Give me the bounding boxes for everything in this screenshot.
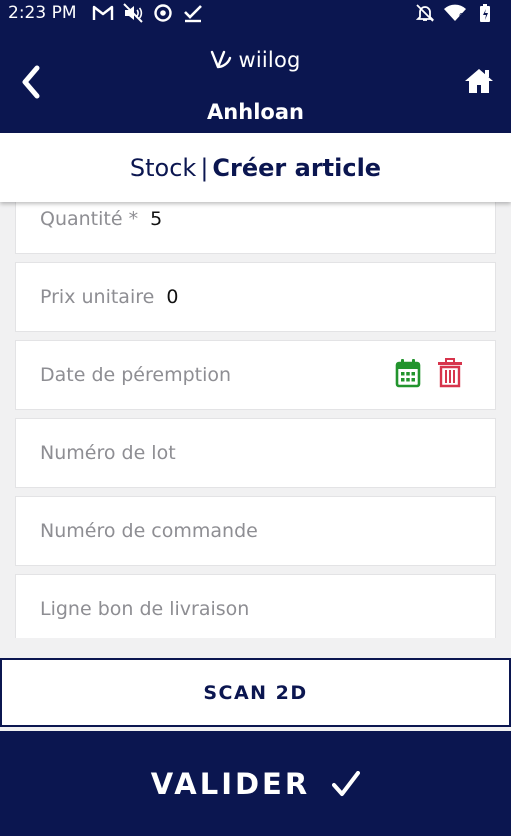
status-bar: 2:23 PM 6 <box>0 0 511 26</box>
breadcrumb-separator: | <box>200 153 209 182</box>
unit-price-label: Prix unitaire <box>40 286 155 308</box>
unit-price-value[interactable]: 0 <box>166 286 178 308</box>
breadcrumb-section[interactable]: Stock <box>130 154 196 182</box>
user-name: Anhloan <box>207 100 304 124</box>
svg-text:6: 6 <box>459 12 464 20</box>
notifications-off-icon <box>413 3 437 23</box>
scan-2d-label: SCAN 2D <box>203 681 308 704</box>
page-title: Créer article <box>212 153 382 182</box>
delivery-note-line-field[interactable]: Ligne bon de livraison <box>15 574 496 638</box>
trash-icon[interactable] <box>437 357 463 393</box>
article-form: Quantité * 5 Prix unitaire 0 Date de pér… <box>0 202 511 638</box>
quantity-value[interactable]: 5 <box>150 208 162 230</box>
mute-icon <box>121 3 145 23</box>
breadcrumb: Stock | Créer article <box>0 133 511 202</box>
unit-price-field[interactable]: Prix unitaire 0 <box>15 262 496 332</box>
wiilog-logo-icon <box>211 50 232 69</box>
home-button[interactable] <box>461 64 497 98</box>
wifi-icon: 6 <box>443 3 467 23</box>
validate-label: VALIDER <box>150 766 311 801</box>
scan-2d-button[interactable]: SCAN 2D <box>0 658 511 727</box>
delivery-note-line-label: Ligne bon de livraison <box>40 598 250 620</box>
calendar-icon[interactable] <box>395 358 421 393</box>
lot-number-field[interactable]: Numéro de lot <box>15 418 496 488</box>
at-sign-icon <box>151 3 175 23</box>
app-bar: wiilog Anhloan <box>0 26 511 133</box>
home-icon <box>465 69 493 93</box>
order-number-label: Numéro de commande <box>40 520 258 542</box>
brand-name: wiilog <box>238 48 301 72</box>
expiry-date-label: Date de péremption <box>40 364 232 386</box>
check-icon <box>181 3 205 23</box>
validate-button[interactable]: VALIDER <box>0 731 511 836</box>
gmail-icon <box>91 3 115 23</box>
brand-logo: wiilog <box>0 48 511 72</box>
quantity-label: Quantité * <box>40 208 139 230</box>
checkmark-icon <box>332 770 361 796</box>
lot-number-label: Numéro de lot <box>40 442 176 464</box>
expiry-date-field[interactable]: Date de péremption <box>15 340 496 410</box>
battery-icon <box>473 3 497 23</box>
order-number-field[interactable]: Numéro de commande <box>15 496 496 566</box>
status-time: 2:23 PM <box>8 3 77 23</box>
quantity-field[interactable]: Quantité * 5 <box>15 202 496 254</box>
